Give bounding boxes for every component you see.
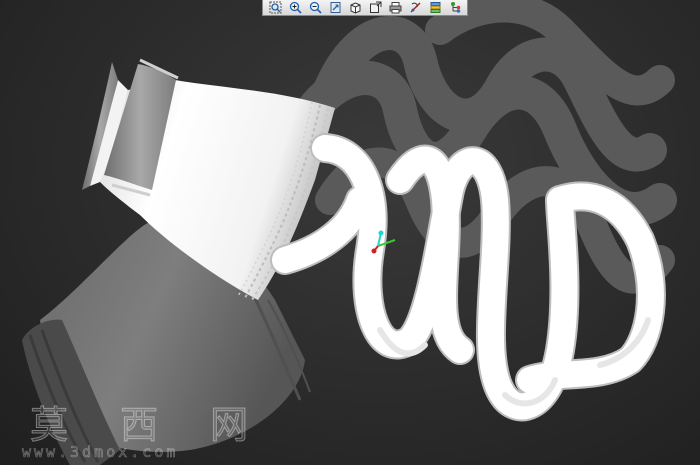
zoom-in-button[interactable] <box>286 1 304 15</box>
watermark-logo: 莫 西 网 <box>29 403 269 448</box>
watermark-url: www.3dmox.com <box>22 443 179 462</box>
view-toolbar <box>262 0 468 16</box>
layers-icon <box>430 2 440 13</box>
zoom-region-button[interactable] <box>266 1 284 15</box>
zoom-in-icon <box>289 1 302 14</box>
view-cube-icon <box>350 2 360 14</box>
layers-button[interactable] <box>426 1 444 15</box>
view-orientation-icon <box>369 1 381 13</box>
print-button[interactable] <box>386 1 404 15</box>
node-tree-button[interactable] <box>446 1 464 15</box>
zoom-out-icon <box>309 1 322 14</box>
rotate-axis-button[interactable] <box>406 1 424 15</box>
3d-viewport[interactable]: 莫 西 网 www.3dmox.com <box>0 0 700 465</box>
print-icon <box>389 2 401 14</box>
view-orientation-button[interactable] <box>366 1 384 15</box>
fit-view-button[interactable] <box>326 1 344 15</box>
rotate-axis-icon <box>410 2 420 13</box>
zoom-out-button[interactable] <box>306 1 324 15</box>
node-tree-icon <box>450 2 460 13</box>
zoom-region-icon <box>269 1 281 14</box>
fit-view-icon <box>330 2 340 13</box>
view-cube-button[interactable] <box>346 1 364 15</box>
